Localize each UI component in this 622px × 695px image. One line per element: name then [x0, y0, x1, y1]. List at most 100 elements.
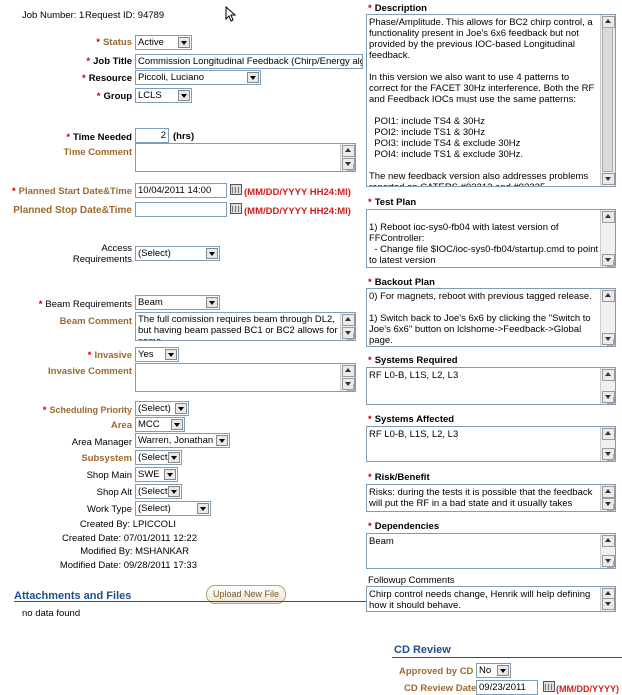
shop-main-select[interactable]: SWE: [135, 467, 178, 482]
scroll-up-icon[interactable]: [602, 369, 615, 381]
resize-grip-icon[interactable]: [607, 397, 614, 404]
area-select[interactable]: MCC: [135, 417, 185, 432]
scroll-down-icon[interactable]: [602, 173, 615, 185]
resize-grip-icon[interactable]: [347, 384, 354, 391]
dependencies-label: * Dependencies: [368, 521, 440, 532]
planned-stop-input[interactable]: [135, 202, 227, 217]
resize-grip-icon[interactable]: [607, 561, 614, 568]
resize-grip-icon[interactable]: [347, 333, 354, 340]
test-plan-textarea[interactable]: 1) Reboot ioc-sys0-fb04 with latest vers…: [366, 209, 616, 268]
scroll-up-icon[interactable]: [602, 486, 615, 498]
dependencies-textarea[interactable]: Beam: [366, 533, 616, 569]
scroll-up-icon[interactable]: [342, 145, 355, 157]
scroll-up-icon[interactable]: [342, 365, 355, 377]
resource-select[interactable]: Piccoli, Luciano: [135, 70, 261, 85]
cd-review-divider: [392, 657, 622, 658]
beam-requirements-label: * Beam Requirements: [38, 299, 132, 310]
scroll-up-icon[interactable]: [602, 211, 615, 223]
beam-comment-textarea[interactable]: The full comission requires beam through…: [135, 312, 356, 341]
scrollbar[interactable]: [600, 15, 615, 186]
time-needed-label: * Time Needed: [66, 132, 132, 143]
scheduling-priority-select[interactable]: (Select): [135, 401, 189, 416]
scroll-up-icon[interactable]: [602, 428, 615, 440]
calendar-icon[interactable]: [543, 681, 555, 692]
group-select[interactable]: LCLS: [135, 88, 192, 103]
followup-label: Followup Comments: [368, 575, 455, 586]
modified-by: Modified By: MSHANKAR: [80, 546, 189, 557]
backout-plan-textarea[interactable]: 0) For magnets, reboot with previous tag…: [366, 288, 616, 347]
mouse-cursor-icon: [225, 6, 237, 22]
beam-comment-label: Beam Comment: [59, 316, 132, 327]
scrollbar[interactable]: [600, 587, 615, 611]
chevron-down-icon: [175, 403, 187, 414]
systems-affected-label: * Systems Affected: [368, 414, 455, 425]
invasive-select[interactable]: Yes: [135, 347, 179, 362]
resource-label: * Resource: [81, 73, 132, 84]
chevron-down-icon: [197, 503, 209, 514]
beam-requirements-select[interactable]: Beam: [135, 295, 220, 310]
shop-alt-select[interactable]: (Select): [135, 484, 182, 499]
approved-by-cd-select[interactable]: No: [476, 663, 511, 678]
time-comment-label: Time Comment: [63, 147, 132, 158]
backout-plan-label: * Backout Plan: [368, 277, 435, 288]
resize-grip-icon[interactable]: [607, 260, 614, 267]
invasive-comment-label: Invasive Comment: [48, 366, 132, 377]
scroll-up-icon[interactable]: [342, 314, 355, 326]
modified-date: Modified Date: 09/28/2011 17:33: [59, 560, 197, 571]
time-needed-input[interactable]: 2: [135, 128, 169, 143]
followup-textarea[interactable]: Chirp control needs change, Henrik will …: [366, 586, 616, 612]
calendar-icon[interactable]: [230, 184, 242, 195]
subsystem-select[interactable]: (Select): [135, 450, 182, 465]
scrollbar[interactable]: [600, 289, 615, 346]
systems-affected-textarea[interactable]: RF L0-B, L1S, L2, L3: [366, 426, 616, 462]
chevron-down-icon: [178, 90, 190, 101]
calendar-icon[interactable]: [230, 203, 242, 214]
job-number: Job Number: 1: [22, 10, 85, 21]
test-plan-label: * Test Plan: [368, 197, 417, 208]
systems-required-textarea[interactable]: RF L0-B, L1S, L2, L3: [366, 367, 616, 405]
work-type-select[interactable]: (Select): [135, 501, 211, 516]
description-textarea[interactable]: Phase/Amplitude. This allows for BC2 chi…: [366, 14, 616, 187]
area-label: Area: [110, 420, 132, 431]
planned-start-hint: (MM/DD/YYYY HH24:MI): [244, 187, 351, 198]
chevron-down-icon: [216, 435, 228, 446]
area-manager-label: Area Manager: [71, 437, 132, 448]
status-select[interactable]: Active: [135, 35, 192, 50]
shop-main-label: Shop Main: [86, 470, 132, 481]
chevron-down-icon: [164, 469, 176, 480]
resize-grip-icon[interactable]: [607, 504, 614, 511]
resize-grip-icon[interactable]: [607, 454, 614, 461]
scroll-up-icon[interactable]: [602, 535, 615, 547]
chevron-down-icon: [165, 349, 177, 360]
cd-review-title: CD Review: [394, 644, 451, 656]
chevron-down-icon: [168, 486, 180, 497]
request-id: Request ID: 94789: [85, 10, 165, 21]
access-requirements-label: Access Requirements: [72, 243, 132, 265]
time-comment-textarea[interactable]: [135, 143, 356, 172]
scroll-up-icon[interactable]: [602, 290, 615, 302]
chevron-down-icon: [171, 419, 183, 430]
area-manager-select[interactable]: Warren, Jonathan: [135, 433, 230, 448]
scrollbar-thumb[interactable]: [602, 27, 613, 172]
work-type-label: Work Type: [86, 504, 132, 515]
chevron-down-icon: [206, 248, 218, 259]
systems-required-label: * Systems Required: [368, 355, 458, 366]
cd-review-date-input[interactable]: 09/23/2011: [476, 680, 538, 695]
scrollbar[interactable]: [600, 210, 615, 267]
group-label: * Group: [96, 91, 132, 102]
cd-review-date-label: CD Review Date: [404, 683, 477, 694]
planned-start-label: * Planned Start Date&Time: [11, 186, 132, 197]
risk-benefit-label: * Risk/Benefit: [368, 472, 430, 483]
invasive-comment-textarea[interactable]: [135, 363, 356, 392]
job-title-label: * Job Title: [86, 56, 132, 67]
planned-start-input[interactable]: 10/04/2011 14:00: [135, 183, 227, 198]
resize-grip-icon[interactable]: [347, 164, 354, 171]
scroll-down-icon[interactable]: [602, 598, 615, 610]
job-title-input[interactable]: Commission Longitudinal Feedback (Chirp/…: [135, 54, 363, 69]
access-requirements-select[interactable]: (Select): [135, 246, 220, 261]
attachments-empty: no data found: [22, 608, 81, 619]
status-label: * Status: [96, 37, 132, 48]
risk-benefit-textarea[interactable]: Risks: during the tests it is possible t…: [366, 484, 616, 512]
planned-stop-hint: (MM/DD/YYYY HH24:MI): [244, 206, 351, 217]
resize-grip-icon[interactable]: [607, 339, 614, 346]
